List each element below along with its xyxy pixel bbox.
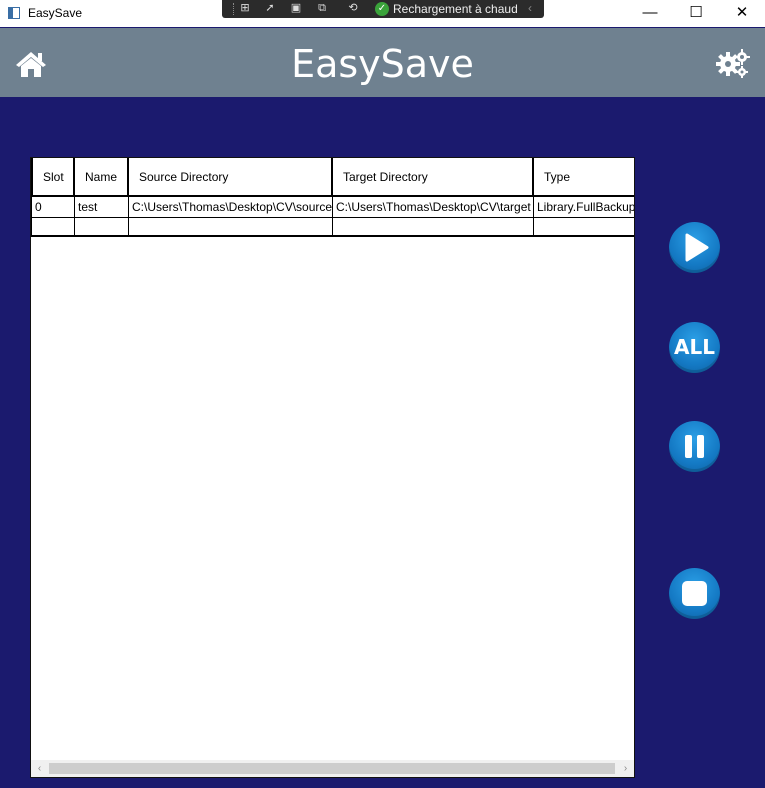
- cell-type[interactable]: [534, 217, 634, 235]
- column-header-name[interactable]: Name: [75, 158, 129, 195]
- cell-source[interactable]: [129, 217, 333, 235]
- cell-target[interactable]: C:\Users\Thomas\Desktop\CV\target: [333, 197, 534, 217]
- play-button[interactable]: [669, 222, 720, 273]
- xaml-debug-toolbar: ⊞ ➚ ▣ ⧉ ⟲ ✓ Rechargement à chaud ‹: [222, 0, 544, 18]
- cell-type[interactable]: Library.FullBackup: [534, 197, 634, 217]
- pause-button[interactable]: [669, 421, 720, 472]
- app-header: EasySave: [0, 28, 765, 97]
- scrollbar-thumb[interactable]: [49, 763, 615, 774]
- close-button[interactable]: ✕: [719, 0, 765, 27]
- cell-slot[interactable]: [31, 217, 75, 235]
- column-header-slot[interactable]: Slot: [31, 158, 75, 195]
- run-all-button[interactable]: ALL: [669, 322, 720, 373]
- pause-icon: [685, 435, 704, 458]
- minimize-button[interactable]: —: [627, 0, 673, 27]
- window-title-bar: EasySave ⊞ ➚ ▣ ⧉ ⟲ ✓ Rechargement à chau…: [0, 0, 765, 27]
- play-icon: [685, 233, 709, 262]
- new-item-row[interactable]: [31, 217, 634, 237]
- hot-reload-check-icon: ✓: [375, 2, 389, 16]
- hot-reload-label[interactable]: Rechargement à chaud: [393, 2, 518, 16]
- cell-name[interactable]: test: [75, 197, 129, 217]
- grid-header-row: Slot Name Source Directory Target Direct…: [31, 158, 634, 197]
- settings-icon[interactable]: [716, 48, 750, 78]
- layout-adorner-icon[interactable]: ▣: [289, 2, 303, 15]
- stop-button[interactable]: [669, 568, 720, 619]
- app-window-icon: [8, 7, 20, 19]
- scroll-right-icon[interactable]: ›: [617, 760, 634, 777]
- run-all-label: ALL: [674, 335, 715, 359]
- binding-failures-icon[interactable]: ⟲: [346, 2, 360, 15]
- pointer-icon[interactable]: ➚: [263, 2, 277, 15]
- select-element-icon[interactable]: ⊞: [238, 2, 252, 15]
- track-focus-icon[interactable]: ⧉: [315, 2, 329, 15]
- toolbar-grip[interactable]: [233, 3, 235, 15]
- column-header-type[interactable]: Type: [534, 158, 634, 195]
- cell-source[interactable]: C:\Users\Thomas\Desktop\CV\source: [129, 197, 333, 217]
- horizontal-scrollbar[interactable]: ‹ ›: [31, 760, 634, 777]
- cell-slot[interactable]: 0: [31, 197, 75, 217]
- cell-target[interactable]: [333, 217, 534, 235]
- stop-icon: [682, 581, 707, 606]
- table-row[interactable]: 0 test C:\Users\Thomas\Desktop\CV\source…: [31, 197, 634, 218]
- window-title: EasySave: [28, 6, 83, 20]
- scroll-left-icon[interactable]: ‹: [31, 760, 48, 777]
- backup-jobs-grid[interactable]: Slot Name Source Directory Target Direct…: [30, 157, 635, 778]
- collapse-toolbar-icon[interactable]: ‹: [528, 1, 532, 15]
- app-title: EasySave: [291, 42, 474, 86]
- column-header-source[interactable]: Source Directory: [129, 158, 333, 195]
- column-header-target[interactable]: Target Directory: [333, 158, 534, 195]
- cell-name[interactable]: [75, 217, 129, 235]
- maximize-button[interactable]: ☐: [673, 0, 719, 27]
